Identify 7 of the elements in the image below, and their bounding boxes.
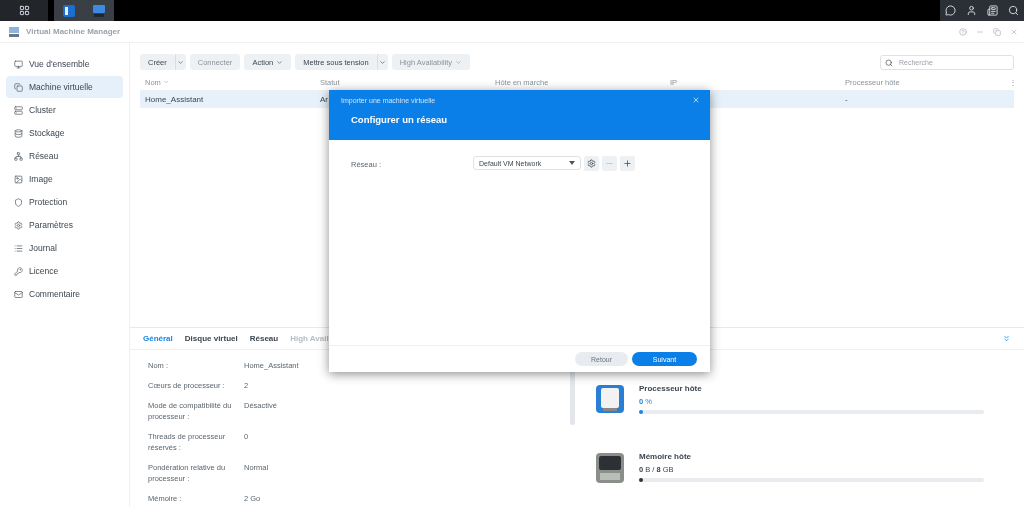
meter-title: Processeur hôte	[639, 384, 703, 393]
table-cell: Home_Assistant	[145, 95, 204, 104]
window-title: Virtual Machine Manager	[26, 27, 121, 36]
dialog-heading: Configurer un réseau	[350, 114, 449, 125]
table-cell: -	[845, 95, 848, 104]
meter-title: Mémoire hôte	[639, 452, 692, 461]
table-cell: Ar	[320, 95, 328, 104]
